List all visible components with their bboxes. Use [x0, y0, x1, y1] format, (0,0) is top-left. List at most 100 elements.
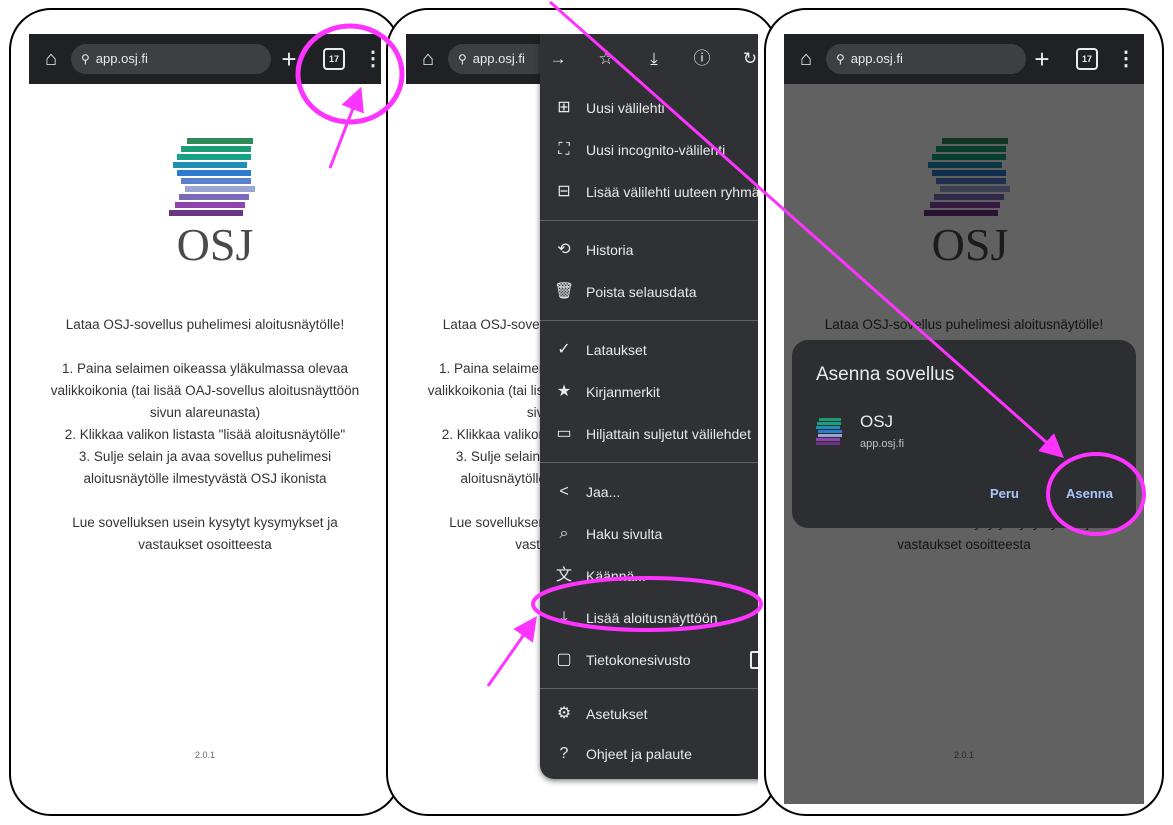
app-icon-stripe	[819, 418, 841, 421]
url-text: app.osj.fi	[95, 51, 148, 66]
new-tab-icon[interactable]: +	[277, 44, 301, 74]
incognito-icon: ⛶	[558, 141, 570, 158]
browser-screen-3: ⌂ ⚲app.osj.fi + 17 ⋮ OSJ Lataa OSJ-sovel…	[784, 34, 1144, 804]
menu-item-help[interactable]: ? Ohjeet ja palaute	[540, 734, 758, 774]
url-text: app.osj.fi	[472, 51, 525, 66]
menu-item-settings[interactable]: ⚙ Asetukset	[540, 694, 758, 734]
instruction-line: sivun alareunasta)	[149, 405, 261, 420]
app-icon-stripe	[817, 422, 841, 425]
star-icon[interactable]: ☆	[594, 47, 618, 71]
logo-stripe	[181, 146, 251, 152]
home-icon[interactable]: ⌂	[39, 47, 63, 71]
app-icon-stripe	[816, 426, 840, 429]
url-bar[interactable]: ⚲ app.osj.fi	[448, 44, 552, 74]
instruction-line: 1. Paina selaimen oikeassa yläkulmassa o…	[62, 361, 348, 376]
phone-frame-1: ⌂ ⚲ app.osj.fi + 17 ⋮ OSJ Lataa OSJ-sovel…	[9, 8, 401, 816]
menu-item-incognito[interactable]: ⛶ Uusi incognito-välilehti	[540, 130, 758, 170]
cancel-button[interactable]: Peru	[990, 486, 1019, 501]
logo-stripe	[185, 186, 255, 192]
app-icon-stripe	[816, 438, 840, 441]
new-tab-icon[interactable]: +	[1030, 44, 1054, 74]
home-icon[interactable]: ⌂	[794, 47, 818, 71]
desktop-site-checkbox[interactable]	[750, 651, 758, 669]
menu-item-share[interactable]: < Jaa...	[540, 472, 758, 512]
install-app-dialog: Asenna sovellus OSJ app.osj.fi Peru Asen…	[792, 340, 1136, 528]
dialog-title: Asenna sovellus	[816, 364, 955, 385]
logo-stripe	[187, 138, 253, 144]
menu-item-clear-data[interactable]: 🗑 Poista selausdata	[540, 272, 758, 312]
faq-line: vastaukset osoitteesta	[138, 537, 272, 552]
menu-item-new-tab[interactable]: ⊞ Uusi välilehti	[540, 88, 758, 128]
browser-screen-2: ⌂ ⚲app.osj.fi OSJ Lataa OSJ-sovellus puh…	[406, 34, 758, 804]
url-bar[interactable]: ⚲ app.osj.fi	[71, 44, 271, 74]
osj-logo: OSJ	[167, 138, 263, 270]
site-settings-icon[interactable]: ⚲	[458, 52, 467, 66]
tab-switcher-icon[interactable]: 17	[323, 48, 345, 70]
refresh-icon[interactable]: ↻	[738, 47, 758, 71]
menu-item-history[interactable]: ⟲ Historia	[540, 230, 758, 270]
menu-item-recent-tabs[interactable]: ▭ Hiljattain suljetut välilehdet	[540, 414, 758, 454]
browser-menu: → ☆ ⤓ ⓘ ↻ ⊞ Uusi välilehti ⛶ Uusi incognit…	[540, 34, 758, 779]
app-icon	[816, 418, 842, 448]
instruction-line: 2. Klikkaa valikon listasta "lisää aloit…	[64, 427, 346, 442]
url-bar[interactable]: ⚲ app.osj.fi	[826, 44, 1026, 74]
browser-toolbar: ⌂ ⚲ app.osj.fi + 17 ⋮	[29, 34, 381, 84]
menu-item-downloads[interactable]: ✓ Lataukset	[540, 330, 758, 370]
logo-stripe	[177, 170, 251, 176]
gear-icon: ⚙	[556, 705, 572, 722]
faq-line: Lue sovelluksen usein kysytyt kysymykset…	[72, 515, 338, 530]
tab-switcher-icon[interactable]: 17	[1076, 48, 1098, 70]
bookmark-star-icon: ★	[556, 383, 572, 400]
forward-icon[interactable]: →	[546, 47, 570, 71]
home-icon[interactable]: ⌂	[416, 47, 440, 71]
menu-item-desktop-site[interactable]: ▢ Tietokonesivusto	[540, 640, 758, 680]
translate-icon: 文	[555, 567, 572, 584]
menu-divider	[540, 462, 758, 463]
logo-stripe	[177, 154, 251, 160]
logo-stripe	[179, 194, 249, 200]
new-tab-icon: ⊞	[557, 99, 571, 116]
menu-item-add-to-group[interactable]: ⊟ Lisää välilehti uuteen ryhmään	[540, 172, 758, 212]
app-icon-stripe	[816, 442, 840, 445]
phone-frame-3: ⌂ ⚲app.osj.fi + 17 ⋮ OSJ Lataa OSJ-sovel…	[764, 8, 1164, 816]
browser-toolbar: ⌂ ⚲ app.osj.fi + 17 ⋮	[784, 34, 1144, 84]
find-icon: ⌕	[559, 525, 569, 542]
downloads-icon: ✓	[557, 341, 571, 358]
menu-divider	[540, 220, 758, 221]
url-text: app.osj.fi	[850, 51, 903, 66]
install-button[interactable]: Asenna	[1066, 486, 1113, 501]
menu-divider	[540, 320, 758, 321]
instruction-line: aloitusnäytölle ilmestyvästä OSJ ikonist…	[83, 471, 327, 486]
app-icon-stripe	[818, 430, 842, 433]
menu-top-row: → ☆ ⤓ ⓘ ↻	[540, 34, 758, 84]
app-icon-stripe	[818, 434, 842, 437]
instruction-line: 3. Sulje selain ja avaa sovellus puhelim…	[78, 449, 332, 464]
desktop-icon: ▢	[556, 651, 572, 668]
logo-stripe	[175, 202, 245, 208]
phone-frame-2: ⌂ ⚲app.osj.fi OSJ Lataa OSJ-sovellus puh…	[386, 8, 778, 816]
tab-group-icon: ⊟	[557, 183, 571, 200]
menu-item-find-in-page[interactable]: ⌕ Haku sivulta	[540, 514, 758, 554]
menu-item-translate[interactable]: 文 Käännä...	[540, 556, 758, 596]
site-settings-icon[interactable]: ⚲	[836, 52, 845, 66]
logo-text: OSJ	[176, 219, 254, 270]
download-icon[interactable]: ⤓	[642, 47, 666, 71]
info-icon[interactable]: ⓘ	[690, 47, 714, 71]
share-icon: <	[559, 483, 569, 500]
menu-dots-icon[interactable]: ⋮	[1116, 46, 1136, 72]
app-name: OSJ	[860, 412, 894, 431]
trash-icon: 🗑	[554, 283, 575, 300]
recent-tabs-icon: ▭	[556, 425, 572, 442]
history-icon: ⟲	[557, 241, 571, 258]
site-settings-icon[interactable]: ⚲	[81, 52, 90, 66]
menu-divider	[540, 688, 758, 689]
instructions-block: Lataa OSJ-sovellus puhelimesi aloitusnäy…	[39, 314, 371, 556]
menu-item-add-to-home-screen[interactable]: ⤓ Lisää aloitusnäyttöön	[540, 598, 758, 638]
add-to-home-icon: ⤓	[560, 609, 568, 626]
version-label: 2.0.1	[194, 750, 216, 760]
browser-screen-1: ⌂ ⚲ app.osj.fi + 17 ⋮ OSJ Lataa OSJ-sovel…	[29, 34, 381, 804]
logo-stripe	[173, 162, 247, 168]
headline: Lataa OSJ-sovellus puhelimesi aloitusnäy…	[65, 317, 345, 332]
menu-dots-icon[interactable]: ⋮	[363, 46, 381, 72]
menu-item-bookmarks[interactable]: ★ Kirjanmerkit	[540, 372, 758, 412]
